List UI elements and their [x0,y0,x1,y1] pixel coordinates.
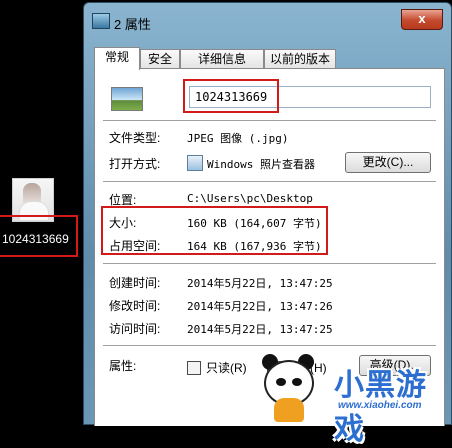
file-type-value: JPEG 图像 (.jpg) [187,132,289,145]
location-value: C:\Users\pc\Desktop [187,192,313,205]
readonly-label: 只读(R) [206,361,247,375]
window-title: 2 属性 [114,17,151,32]
watermark-url: www.xiaohei.com [338,400,422,411]
divider [103,120,436,121]
tab-previous-versions[interactable]: 以前的版本 [264,49,336,69]
panda-body [274,398,304,422]
tab-details[interactable]: 详细信息 [180,49,264,69]
file-type-label: 文件类型: [109,131,161,145]
accessed-label: 访问时间: [109,322,161,336]
panda-eye [292,378,302,386]
watermark: 小黑游戏 www.xiaohei.com [256,344,452,446]
size-label: 大小: [109,216,137,230]
jpeg-file-icon [111,87,143,111]
desktop-icon-label[interactable]: 1024313669 [2,232,69,246]
attributes-label: 属性: [109,359,137,373]
title-bar[interactable]: 2 属性 x [84,3,451,37]
accessed-value: 2014年5月22日, 13:47:25 [187,323,333,336]
window-title-icon [92,13,110,29]
size-on-disk-value: 164 KB (167,936 字节) [187,240,322,253]
divider [103,263,436,264]
open-with-label: 打开方式: [109,157,161,171]
created-value: 2014年5月22日, 13:47:25 [187,277,333,290]
modified-value: 2014年5月22日, 13:47:26 [187,300,333,313]
tab-security[interactable]: 安全 [140,49,180,69]
file-name-highlight [183,79,279,113]
close-icon[interactable]: x [401,9,443,30]
open-with-value: Windows 照片查看器 [207,158,315,171]
readonly-check-box[interactable] [187,360,201,375]
modified-label: 修改时间: [109,299,161,313]
size-on-disk-label: 占用空间: [109,239,161,253]
photo-viewer-icon [187,155,203,171]
panda-eye [276,378,286,386]
divider [103,181,436,182]
readonly-checkbox[interactable]: 只读(R) [187,359,247,376]
tab-general[interactable]: 常规 [94,47,140,70]
size-value: 160 KB (164,607 字节) [187,217,322,230]
created-label: 创建时间: [109,276,161,290]
change-button[interactable]: 更改(C)... [345,152,431,173]
